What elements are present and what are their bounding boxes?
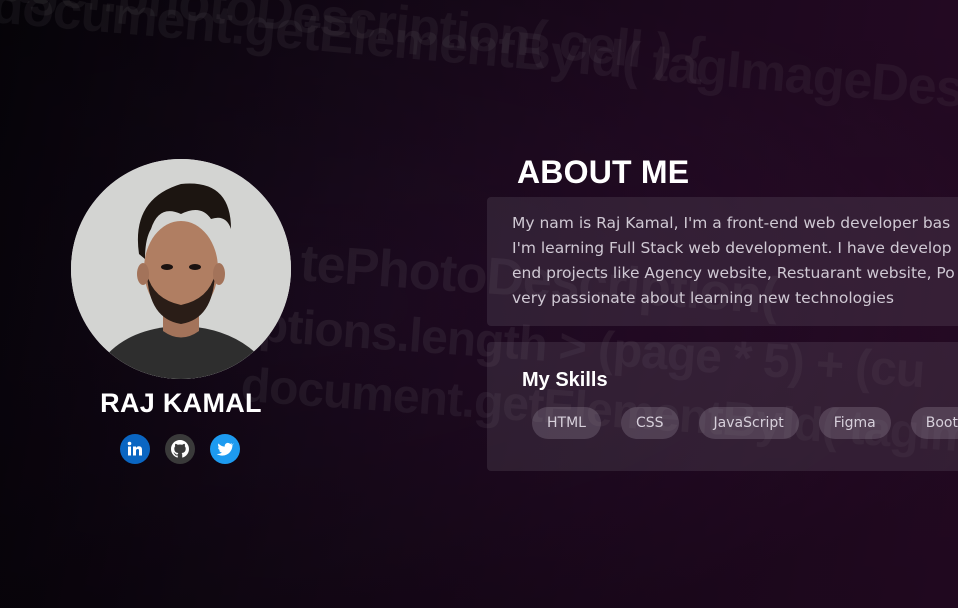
skills-card: My Skills HTML CSS JavaScript Figma Boot bbox=[487, 342, 958, 471]
about-text-line: very passionate about learning new techn… bbox=[512, 289, 894, 307]
skill-tag-css[interactable]: CSS bbox=[620, 407, 679, 439]
profile-name: RAJ KAMAL bbox=[100, 388, 262, 418]
github-link[interactable] bbox=[165, 434, 195, 464]
skills-title: My Skills bbox=[522, 369, 608, 391]
about-title: ABOUT ME bbox=[517, 154, 690, 190]
skill-tag-figma[interactable]: Figma bbox=[818, 407, 891, 439]
about-text-line: I'm learning Full Stack web development.… bbox=[512, 239, 952, 257]
background-code-line: ager.photoDescription( cell ) { bbox=[0, 0, 707, 86]
about-text-line: end projects like Agency website, Restua… bbox=[512, 264, 955, 282]
about-text-line: My nam is Raj Kamal, I'm a front-end web… bbox=[512, 214, 951, 232]
twitter-icon bbox=[216, 442, 234, 456]
linkedin-icon bbox=[127, 441, 142, 456]
skills-list: HTML CSS JavaScript Figma Boot bbox=[532, 407, 958, 439]
profile-avatar bbox=[71, 159, 291, 379]
background-code-line: document.getElementById( tagImageDesc ) bbox=[0, 0, 958, 124]
twitter-link[interactable] bbox=[210, 434, 240, 464]
skill-tag-bootstrap[interactable]: Boot bbox=[910, 407, 958, 439]
skill-tag-javascript[interactable]: JavaScript bbox=[698, 407, 799, 439]
github-icon bbox=[171, 440, 189, 458]
linkedin-link[interactable] bbox=[120, 434, 150, 464]
profile-photo bbox=[71, 159, 291, 379]
skill-tag-html[interactable]: HTML bbox=[532, 407, 601, 439]
social-links bbox=[120, 434, 240, 464]
about-card: My nam is Raj Kamal, I'm a front-end web… bbox=[487, 197, 958, 326]
